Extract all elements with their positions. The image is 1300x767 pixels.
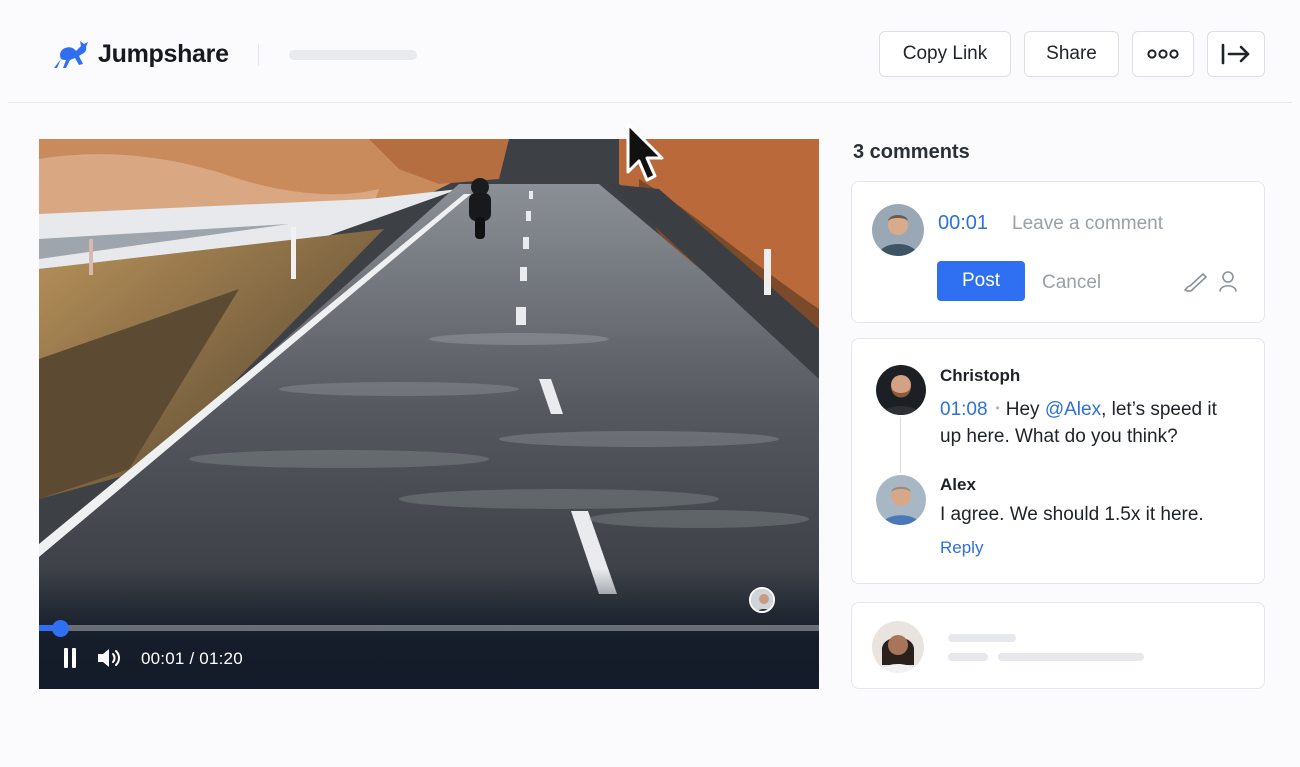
- post-button[interactable]: Post: [937, 261, 1025, 301]
- comment-author: Alex: [940, 475, 976, 494]
- header-divider: [258, 44, 259, 66]
- avatar: [876, 365, 926, 415]
- comment-timestamp[interactable]: 00:01: [938, 212, 988, 235]
- avatar-alex: [876, 475, 926, 525]
- avatar: [876, 475, 926, 525]
- kangaroo-icon: [54, 41, 88, 68]
- comment-text-start: Hey: [1005, 399, 1045, 420]
- copy-link-button[interactable]: Copy Link: [879, 31, 1011, 77]
- comment-body: I agree. We should 1.5x it here.: [940, 504, 1204, 525]
- comment-body: 01:08 • Hey @Alex, let’s speed it up here.…: [940, 395, 1240, 450]
- thread-connector: [900, 417, 901, 473]
- skeleton-line: [948, 653, 988, 661]
- avatar: [872, 621, 924, 673]
- skeleton-line: [948, 634, 1016, 642]
- more-horizontal-icon: [1147, 49, 1179, 59]
- draw-pen-icon[interactable]: [1182, 271, 1208, 293]
- pause-button[interactable]: [61, 647, 79, 669]
- avatar-christoph: [876, 365, 926, 415]
- time-readout: 00:01 / 01:20: [141, 649, 243, 668]
- top-bar: Jumpshare Copy Link Share: [8, 0, 1292, 103]
- avatar: [872, 204, 924, 256]
- reply-link[interactable]: Reply: [940, 538, 983, 558]
- comment-author: Christoph: [940, 366, 1021, 385]
- avatar-current-user: [872, 204, 924, 256]
- comment-thread: Christoph 01:08 • Hey @Alex, let’s speed i…: [851, 338, 1265, 584]
- comment-composer: 00:01 Leave a comment Post Cancel: [851, 181, 1265, 323]
- speaker-icon: [98, 649, 120, 667]
- exit-arrow-icon: [1221, 43, 1250, 65]
- file-title-placeholder: [289, 50, 417, 60]
- avatar-loading-user: [872, 621, 924, 673]
- seek-handle[interactable]: [51, 620, 69, 637]
- brand-logo[interactable]: Jumpshare: [50, 38, 229, 70]
- volume-button[interactable]: [96, 646, 124, 670]
- more-options-button[interactable]: [1132, 31, 1194, 77]
- separator-dot: •: [995, 401, 1000, 415]
- video-player[interactable]: 00:01 / 01:20: [39, 139, 819, 689]
- mouse-cursor-icon: [626, 122, 664, 182]
- comment-marker-avatar[interactable]: [749, 587, 775, 613]
- loading-comment: [851, 602, 1265, 689]
- comments-count: 3 comments: [853, 141, 970, 163]
- mention-user-icon[interactable]: [1218, 270, 1238, 292]
- exit-button[interactable]: [1207, 31, 1265, 77]
- comment-timestamp-link[interactable]: 01:08: [940, 399, 988, 420]
- share-button[interactable]: Share: [1024, 31, 1119, 77]
- skeleton-line: [998, 653, 1144, 661]
- brand-name: Jumpshare: [98, 39, 229, 68]
- seek-bar[interactable]: [39, 620, 819, 637]
- cancel-button[interactable]: Cancel: [1042, 272, 1101, 294]
- user-mention[interactable]: @Alex: [1045, 399, 1101, 420]
- comment-input[interactable]: Leave a comment: [1012, 213, 1163, 235]
